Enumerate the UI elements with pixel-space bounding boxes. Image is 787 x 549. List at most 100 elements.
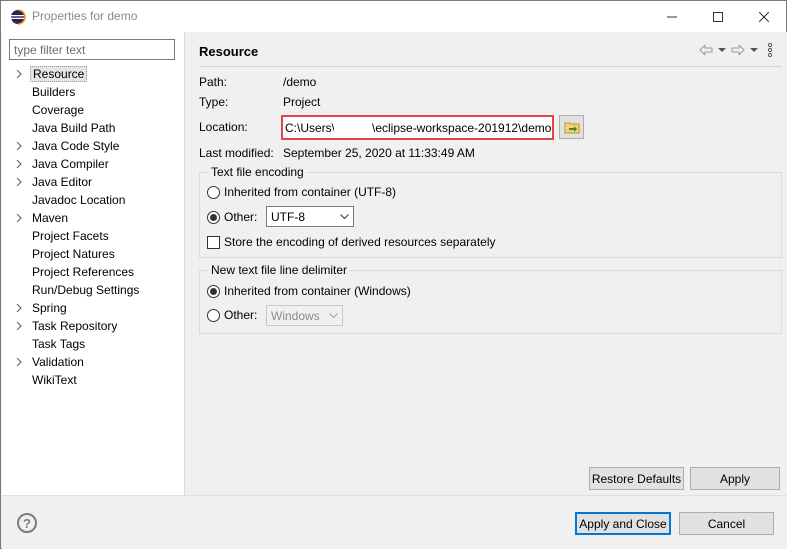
forward-arrow-icon[interactable] [731, 42, 745, 58]
encoding-select[interactable]: UTF-8 [266, 206, 354, 227]
show-in-explorer-button[interactable] [559, 115, 584, 139]
chevron-down-icon [340, 213, 349, 219]
tree-item-label: Validation [32, 355, 84, 369]
delimiter-select[interactable]: Windows [266, 305, 343, 326]
tree-item-label: Task Repository [32, 319, 118, 333]
tree-item-task-tags[interactable]: Task Tags [2, 335, 185, 353]
tree-item-label: Java Editor [32, 175, 93, 189]
properties-dialog: Properties for demo Resource Builders Co… [0, 0, 787, 549]
close-button[interactable] [741, 1, 787, 32]
tree-item-builders[interactable]: Builders [2, 83, 185, 101]
minimize-button[interactable] [649, 1, 695, 32]
tree-item-label: Task Tags [32, 337, 86, 351]
checkbox-label: Store the encoding of derived resources … [224, 235, 496, 249]
tree-item-label: Coverage [32, 103, 85, 117]
redacted-username [334, 119, 370, 136]
delimiter-inherited-radio[interactable]: Inherited from container (Windows) [207, 282, 411, 300]
help-icon[interactable]: ? [17, 513, 37, 533]
tree-item-project-natures[interactable]: Project Natures [2, 245, 185, 263]
filter-input[interactable] [9, 39, 175, 60]
chevron-right-icon [16, 70, 22, 78]
tree-item-label: Project Natures [32, 247, 115, 261]
tree-item-wikitext[interactable]: WikiText [2, 371, 185, 389]
chevron-down-icon[interactable] [747, 42, 761, 58]
chevron-right-icon [16, 358, 22, 366]
tree-item-task-repository[interactable]: Task Repository [2, 317, 185, 335]
select-value: UTF-8 [271, 209, 305, 224]
checkbox[interactable] [207, 235, 220, 249]
encoding-other-radio[interactable]: Other: [207, 208, 257, 226]
tree-item-label: Project References [32, 265, 135, 279]
tree-item-java-code-style[interactable]: Java Code Style [2, 137, 185, 155]
radio-label: Inherited from container (Windows) [224, 284, 411, 298]
tree-item-label: Project Facets [32, 229, 109, 243]
tree-item-java-editor[interactable]: Java Editor [2, 173, 185, 191]
store-derived-encoding-checkbox[interactable]: Store the encoding of derived resources … [207, 233, 496, 251]
cancel-button[interactable]: Cancel [679, 512, 774, 535]
tree-item-label: Spring [32, 301, 67, 315]
tree-item-maven[interactable]: Maven [2, 209, 185, 227]
tree-item-java-compiler[interactable]: Java Compiler [2, 155, 185, 173]
text-encoding-group: Text file encoding Inherited from contai… [199, 165, 782, 258]
chevron-right-icon [16, 304, 22, 312]
line-delimiter-group: New text file line delimiter Inherited f… [199, 263, 782, 334]
tree-item-label: Maven [32, 211, 69, 225]
chevron-right-icon [16, 178, 22, 186]
location-field[interactable]: C:\Users\ \eclipse-workspace-201912\demo [281, 115, 554, 140]
radio-label: Other: [224, 308, 258, 322]
page-title: Resource [199, 44, 259, 59]
chevron-right-icon [16, 160, 22, 168]
window-title: Properties for demo [32, 9, 138, 23]
type-value: Project [283, 95, 321, 109]
dialog-button-bar: ? Apply and Close Cancel [2, 495, 787, 549]
group-legend: Text file encoding [208, 165, 307, 179]
path-value: /demo [283, 75, 317, 89]
left-panel: Resource Builders Coverage Java Build Pa… [2, 32, 185, 495]
tree-item-coverage[interactable]: Coverage [2, 101, 185, 119]
tree-item-label: Java Code Style [32, 139, 120, 153]
title-separator [199, 66, 782, 67]
resource-page: Resource Path: /demo Type: Project Locat… [186, 32, 787, 495]
chevron-down-icon[interactable] [715, 42, 729, 58]
page-nav [699, 42, 777, 58]
folder-arrow-icon [564, 122, 579, 134]
chevron-right-icon [16, 322, 22, 330]
view-menu-icon[interactable] [763, 42, 777, 58]
tree-item-label: Java Compiler [32, 157, 109, 171]
delimiter-other-radio[interactable]: Other: [207, 306, 257, 324]
title-bar: Properties for demo [1, 1, 786, 32]
tree-item-project-facets[interactable]: Project Facets [2, 227, 185, 245]
location-path-suffix: \eclipse-workspace-201912\demo [372, 121, 552, 135]
last-modified-value: September 25, 2020 at 11:33:49 AM [283, 146, 475, 160]
back-arrow-icon[interactable] [699, 42, 713, 58]
radio-button[interactable] [207, 284, 220, 298]
tree-item-label: Javadoc Location [32, 193, 126, 207]
tree-item-spring[interactable]: Spring [2, 299, 185, 317]
path-label: Path: [199, 75, 228, 89]
type-label: Type: [199, 95, 229, 109]
tree-item-java-build-path[interactable]: Java Build Path [2, 119, 185, 137]
tree-item-run-debug-settings[interactable]: Run/Debug Settings [2, 281, 185, 299]
category-tree: Resource Builders Coverage Java Build Pa… [2, 65, 185, 389]
radio-button[interactable] [207, 308, 220, 322]
maximize-button[interactable] [695, 1, 741, 32]
eclipse-icon [10, 9, 26, 25]
tree-item-label: Builders [32, 85, 76, 99]
restore-defaults-button[interactable]: Restore Defaults [589, 467, 684, 490]
tree-item-project-references[interactable]: Project References [2, 263, 185, 281]
radio-label: Other: [224, 210, 258, 224]
last-modified-label: Last modified: [199, 146, 274, 160]
location-label: Location: [199, 120, 248, 134]
radio-button[interactable] [207, 210, 220, 224]
tree-item-label: WikiText [32, 373, 77, 387]
chevron-right-icon [16, 142, 22, 150]
tree-item-javadoc-location[interactable]: Javadoc Location [2, 191, 185, 209]
tree-item-validation[interactable]: Validation [2, 353, 185, 371]
radio-button[interactable] [207, 185, 220, 199]
apply-and-close-button[interactable]: Apply and Close [575, 512, 671, 535]
tree-item-resource[interactable]: Resource [2, 65, 185, 83]
chevron-right-icon [16, 214, 22, 222]
tree-item-label: Java Build Path [32, 121, 116, 135]
apply-button[interactable]: Apply [690, 467, 780, 490]
encoding-inherited-radio[interactable]: Inherited from container (UTF-8) [207, 183, 396, 201]
